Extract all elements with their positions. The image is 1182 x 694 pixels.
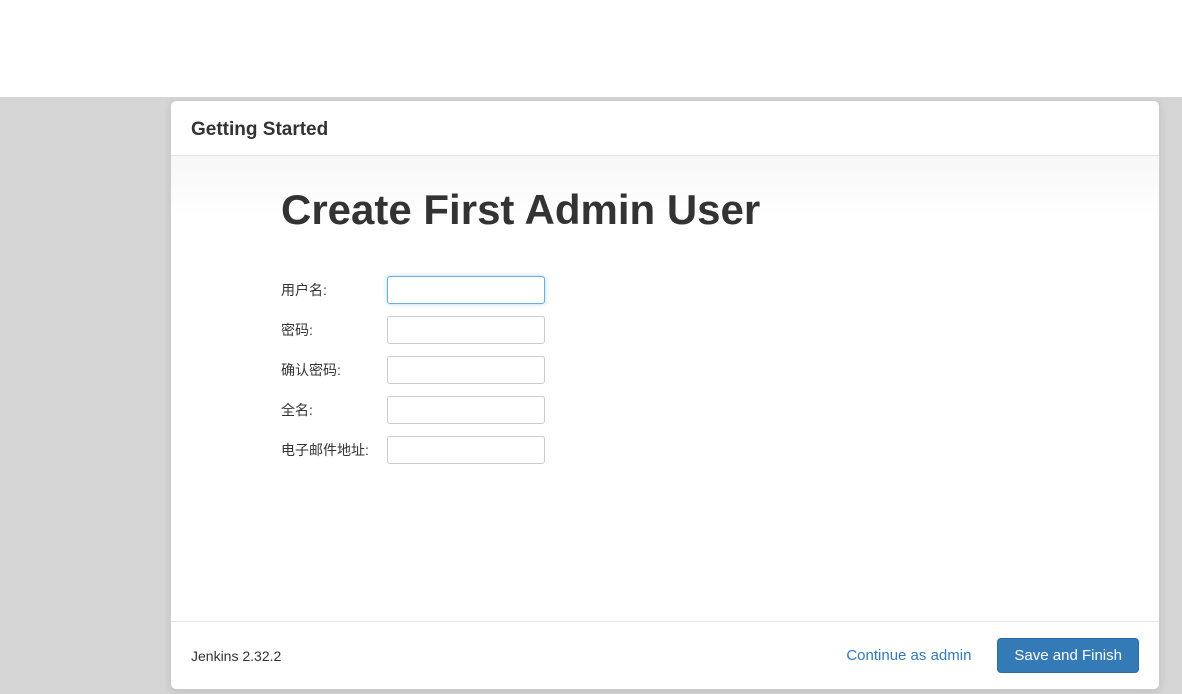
form-row-fullname: 全名: [281, 396, 545, 424]
modal-body: Create First Admin User 用户名: 密码: 确认密码: [171, 156, 1159, 621]
version-label: Jenkins 2.32.2 [191, 648, 281, 664]
setup-wizard-modal: Getting Started Create First Admin User … [170, 100, 1160, 690]
confirm-password-input[interactable] [387, 356, 545, 384]
password-label: 密码: [281, 316, 387, 344]
form-row-email: 电子邮件地址: [281, 436, 545, 464]
email-input[interactable] [387, 436, 545, 464]
username-input[interactable] [387, 276, 545, 304]
password-input[interactable] [387, 316, 545, 344]
email-label: 电子邮件地址: [281, 436, 387, 464]
confirm-password-label: 确认密码: [281, 356, 387, 384]
save-and-finish-button[interactable]: Save and Finish [997, 638, 1139, 673]
continue-as-admin-button[interactable]: Continue as admin [842, 641, 975, 670]
form-row-confirm-password: 确认密码: [281, 356, 545, 384]
username-label: 用户名: [281, 276, 387, 304]
form-row-username: 用户名: [281, 276, 545, 304]
create-user-form: 用户名: 密码: 确认密码: [281, 264, 545, 476]
footer-actions: Continue as admin Save and Finish [842, 638, 1139, 673]
page-title: Create First Admin User [281, 186, 1159, 234]
fullname-label: 全名: [281, 396, 387, 424]
modal-header: Getting Started [171, 101, 1159, 156]
content-wrap: Create First Admin User 用户名: 密码: 确认密码: [171, 186, 1159, 476]
form-row-password: 密码: [281, 316, 545, 344]
fullname-input[interactable] [387, 396, 545, 424]
modal-header-title: Getting Started [191, 119, 1139, 141]
modal-footer: Jenkins 2.32.2 Continue as admin Save an… [171, 621, 1159, 689]
